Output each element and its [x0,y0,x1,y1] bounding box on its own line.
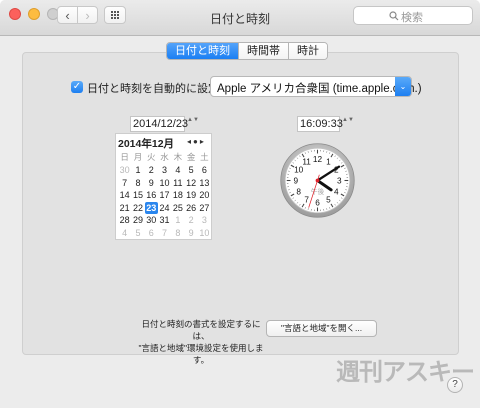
calendar-day[interactable]: 2 [184,214,197,227]
calendar-day[interactable]: 27 [198,202,211,215]
weekday-label: 金 [186,152,196,162]
calendar-day[interactable]: 20 [198,189,211,202]
calendar-day[interactable]: 23 [144,201,158,215]
calendar-month-label: 2014年12月 [118,138,175,150]
calendar-day[interactable]: 6 [145,227,158,240]
weekday-label: 木 [173,152,183,162]
clock-number: 12 [313,155,323,164]
search-placeholder: 検索 [401,12,423,24]
date-field[interactable]: 2014/12/23 [130,116,188,132]
analog-clock: 12 1234567891011午後 [280,143,355,218]
clock-number: 1 [326,158,331,167]
weekday-label: 土 [200,152,209,162]
weekday-label: 水 [160,152,169,162]
calendar-day[interactable]: 28 [118,214,131,227]
calendar-day[interactable]: 4 [118,227,131,240]
help-button[interactable]: ? [447,377,463,393]
calendar-day[interactable]: 24 [158,202,171,215]
weekday-label: 火 [146,152,156,162]
calendar-day[interactable]: 5 [131,227,144,240]
calendar-day[interactable]: 30 [145,214,158,227]
calendar-day[interactable]: 29 [131,214,144,227]
chevron-down-icon: ⌄ [395,77,411,96]
tab-clock[interactable]: 時計 [289,43,327,59]
auto-set-label: 日付と時刻を自動的に設定： [87,83,230,95]
calendar-day[interactable]: 22 [131,202,144,215]
calendar-day[interactable]: 8 [131,177,144,190]
calendar-day[interactable]: 4 [171,164,184,177]
calendar-day[interactable]: 16 [145,189,158,202]
clock-number: 9 [293,177,298,186]
time-stepper[interactable]: ▲▼ [342,117,354,131]
calendar-day[interactable]: 25 [171,202,184,215]
calendar-day[interactable]: 9 [184,227,197,240]
calendar-day[interactable]: 7 [118,177,131,190]
clock-number: 5 [326,195,331,204]
date-stepper[interactable]: ▲▼ [187,117,199,131]
clock-number: 7 [304,195,309,204]
calendar-day[interactable]: 6 [198,164,211,177]
clock-center [315,178,320,183]
calendar-day[interactable]: 11 [171,177,184,190]
clock-number: 11 [302,158,311,167]
weekday-label: 日 [120,152,129,162]
time-server-value: Apple アメリカ合衆国 (time.apple.com.) [217,83,422,95]
region-note-line2: "言語と地域"環境設定を使用します。 [138,343,264,365]
calendar-day[interactable]: 7 [158,227,171,240]
clock-number: 6 [315,198,320,207]
title-bar: ‹ › 日付と時刻 検索 [0,0,480,36]
clock-number: 3 [337,177,342,186]
calendar-day[interactable]: 5 [184,164,197,177]
calendar-day[interactable]: 8 [171,227,184,240]
calendar-day[interactable]: 21 [118,202,131,215]
clock-number: 4 [334,187,339,196]
calendar-days: 30 1 2 3 4 5 6 7 8 9 10 11 12 13 14 15 16 17 18 19 20 21 22 23 2… [118,164,211,240]
calendar-day[interactable]: 14 [118,189,131,202]
calendar: 2014年12月 ◂●▸ 日月火水木金土 30 1 2 3 4 5 6 7 8 9 10 11 12 13… [115,133,212,240]
auto-set-checkbox[interactable]: ✓ [71,81,83,93]
calendar-day[interactable]: 9 [145,177,158,190]
clock-number: 8 [296,187,301,196]
open-language-region-button[interactable]: "言語と地域"を開く... [266,320,377,337]
region-note: 日付と時刻の書式を設定するには、 "言語と地域"環境設定を使用します。 [136,318,266,366]
preferences-window: ‹ › 日付と時刻 検索 日付と時刻 時間帯 時計 ✓ 日付と時刻を自動的に設定… [0,0,480,408]
calendar-day[interactable]: 26 [184,202,197,215]
calendar-day[interactable]: 2 [145,164,158,177]
settings-panel [22,52,459,355]
weekday-label: 月 [133,152,143,162]
tab-bar: 日付と時刻 時間帯 時計 [166,42,328,60]
calendar-weekdays: 日月火水木金土 [118,151,211,163]
region-note-line1: 日付と時刻の書式を設定するには、 [141,319,261,341]
clock-number: 10 [294,166,304,175]
time-server-select[interactable]: Apple アメリカ合衆国 (time.apple.com.) ⌄ [210,76,422,97]
calendar-day[interactable]: 12 [184,177,197,190]
calendar-day[interactable]: 17 [158,189,171,202]
calendar-day[interactable]: 1 [131,164,144,177]
tab-date-time[interactable]: 日付と時刻 [167,43,239,59]
calendar-day[interactable]: 31 [158,214,171,227]
calendar-nav[interactable]: ◂●▸ [187,137,206,146]
calendar-day[interactable]: 13 [198,177,211,190]
time-field[interactable]: 16:09:33 [297,116,343,132]
calendar-day[interactable]: 30 [118,164,131,177]
calendar-day[interactable]: 15 [131,189,144,202]
calendar-day[interactable]: 1 [171,214,184,227]
calendar-day[interactable]: 18 [171,189,184,202]
calendar-day[interactable]: 10 [198,227,211,240]
search-field[interactable]: 検索 [353,6,473,25]
calendar-day[interactable]: 3 [198,214,211,227]
calendar-day[interactable]: 19 [184,189,197,202]
search-icon [389,11,399,21]
calendar-day[interactable]: 3 [158,164,171,177]
tab-time-zone[interactable]: 時間帯 [239,43,289,59]
calendar-day[interactable]: 10 [158,177,171,190]
